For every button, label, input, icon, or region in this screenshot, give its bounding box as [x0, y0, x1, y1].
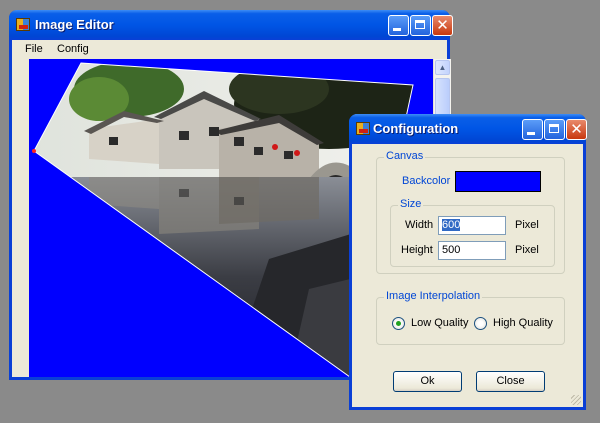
dialog-close-button[interactable]: ✕	[566, 119, 587, 140]
dialog-titlebar[interactable]: Configuration ✕	[349, 114, 587, 144]
width-value: 600	[442, 219, 461, 231]
app-icon	[16, 18, 30, 31]
backcolor-swatch[interactable]	[455, 171, 541, 192]
height-label: Height	[401, 244, 433, 256]
left-margin	[12, 59, 29, 377]
dialog-minimize-button[interactable]	[522, 119, 543, 140]
minimize-icon	[393, 28, 401, 31]
close-icon: ✕	[570, 120, 583, 138]
interpolation-group-label: Image Interpolation	[384, 290, 483, 302]
ok-button[interactable]: Ok	[393, 371, 462, 392]
dialog-maximize-button[interactable]	[544, 119, 565, 140]
close-dialog-button[interactable]: Close	[476, 371, 545, 392]
height-input[interactable]: 500	[438, 241, 506, 260]
minimize-icon	[527, 132, 535, 135]
canvas-group: Canvas Backcolor Size Width 600 Pixel He…	[376, 150, 565, 274]
backcolor-label: Backcolor	[402, 175, 451, 187]
height-value: 500	[442, 244, 461, 256]
menu-file[interactable]: File	[25, 43, 43, 55]
maximize-icon	[549, 124, 559, 133]
close-icon: ✕	[436, 16, 449, 34]
menu-bar: File Config	[12, 40, 447, 60]
high-quality-radio[interactable]	[474, 317, 487, 330]
minimize-button[interactable]	[388, 15, 409, 36]
maximize-icon	[415, 20, 425, 29]
configuration-dialog: Configuration ✕ Canvas Backcolor Size Wi…	[349, 114, 587, 410]
dialog-title: Configuration	[373, 121, 459, 136]
window-title: Image Editor	[35, 17, 114, 32]
editor-titlebar[interactable]: Image Editor ✕	[9, 10, 453, 40]
close-button[interactable]: ✕	[432, 15, 453, 36]
canvas-group-label: Canvas	[384, 150, 426, 162]
width-input[interactable]: 600	[438, 216, 506, 235]
dialog-body: Canvas Backcolor Size Width 600 Pixel He…	[352, 144, 583, 407]
dialog-app-icon	[356, 122, 370, 135]
low-quality-label[interactable]: Low Quality	[411, 317, 468, 329]
size-group-label: Size	[398, 198, 424, 210]
low-quality-radio[interactable]	[392, 317, 405, 330]
height-unit: Pixel	[515, 244, 539, 256]
resize-grip[interactable]	[571, 395, 581, 405]
size-group: Size Width 600 Pixel Height 500 Pixel	[390, 198, 555, 267]
width-unit: Pixel	[515, 219, 539, 231]
scroll-up-button[interactable]: ▲	[435, 60, 450, 75]
interpolation-group: Image Interpolation Low Quality High Qua…	[376, 290, 565, 345]
high-quality-label[interactable]: High Quality	[493, 317, 553, 329]
maximize-button[interactable]	[410, 15, 431, 36]
arrow-up-icon: ▲	[438, 63, 447, 72]
menu-config[interactable]: Config	[57, 43, 89, 55]
width-label: Width	[405, 219, 434, 231]
